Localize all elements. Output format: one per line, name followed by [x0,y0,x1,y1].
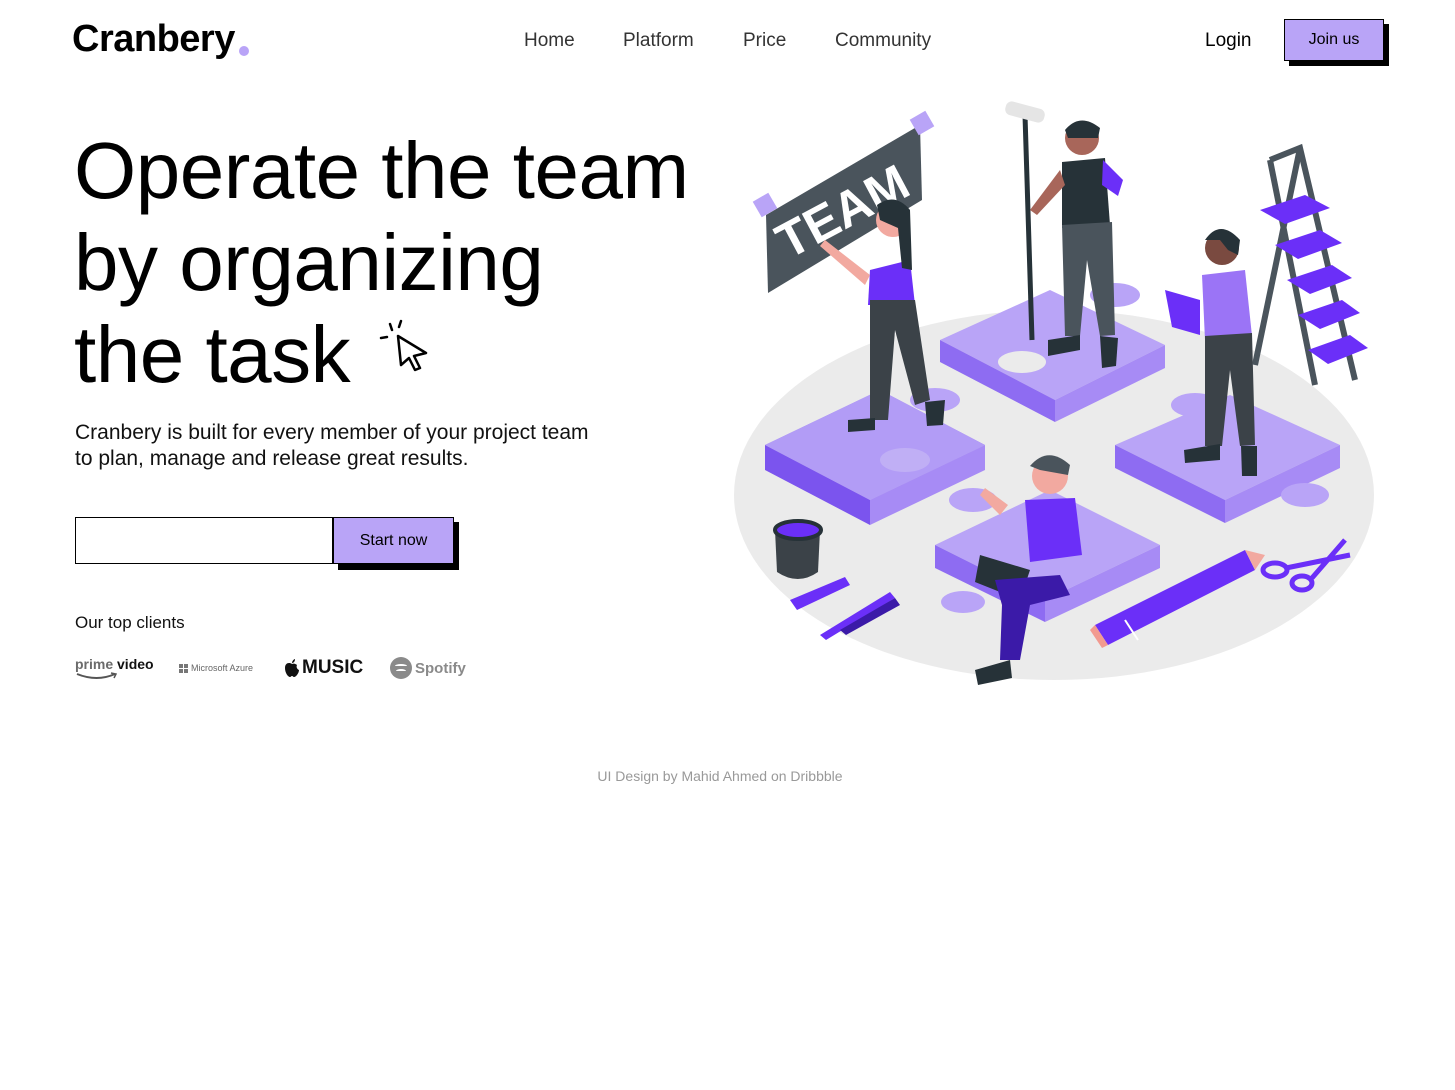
apple-icon [285,658,299,677]
prime-video-logo: prime video [75,652,154,684]
spotify-icon [390,657,412,679]
nav-item-platform[interactable]: Platform [623,30,694,52]
paint-bucket [773,519,823,579]
ladder-steps [1260,195,1368,364]
team-puzzle-illustration: TEAM [734,101,1374,685]
headline-line-2: by organizing [74,218,544,307]
start-now-button[interactable]: Start now [333,517,454,564]
spotify-logo: Spotify [390,652,466,684]
subtitle-line-1: Cranbery is built for every member of yo… [75,421,589,444]
pointer-click-icon [379,319,428,372]
login-link[interactable]: Login [1205,30,1252,52]
spotify-text: Spotify [415,659,466,677]
nav-item-community[interactable]: Community [835,30,931,52]
microsoft-azure-logo: Microsoft Azure [179,652,253,684]
music-text: MUSIC [302,657,364,678]
email-input[interactable] [75,517,333,564]
windows-icon [179,663,188,673]
prime-text: prime [75,656,114,672]
nav-item-home[interactable]: Home [524,30,575,52]
azure-text: Microsoft Azure [191,663,254,673]
headline-line-1: Operate the team [74,126,689,215]
subtitle-line-2: to plan, manage and release great result… [75,447,469,470]
join-button-wrap: Join us [1284,19,1389,66]
apple-music-logo: MUSIC [284,652,363,684]
amazon-smile-icon [76,672,118,679]
nav-item-price[interactable]: Price [743,30,786,52]
join-button[interactable]: Join us [1284,19,1384,61]
clients-label: Our top clients [75,613,185,632]
video-text: video [117,656,154,672]
hero-subtitle: Cranbery is built for every member of yo… [75,420,675,472]
design-credit: UI Design by Mahid Ahmed on Dribbble [597,768,843,784]
